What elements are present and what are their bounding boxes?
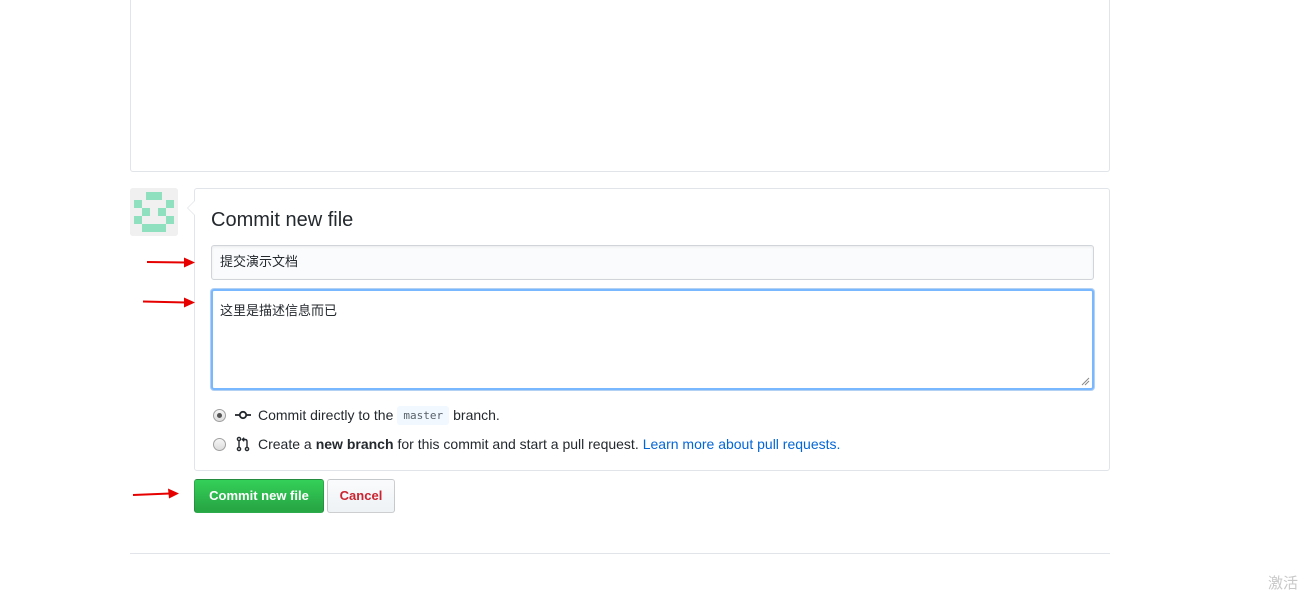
branch-name-badge: master <box>397 405 450 425</box>
commit-directly-text: Commit directly to the <box>258 407 394 423</box>
commit-directly-option[interactable]: Commit directly to the master branch. <box>213 405 500 425</box>
annotation-arrow-icon <box>142 297 195 308</box>
new-branch-text-end: for this commit and start a pull request… <box>397 436 639 452</box>
resize-grip-icon[interactable] <box>1081 377 1090 386</box>
new-branch-text: Create a <box>258 436 312 452</box>
git-commit-icon <box>235 410 251 420</box>
new-branch-radio[interactable] <box>213 437 226 451</box>
commit-directly-text-end: branch. <box>453 407 500 423</box>
identicon-icon <box>130 188 178 236</box>
new-branch-option[interactable]: Create a new branch for this commit and … <box>213 434 840 454</box>
commit-form: Commit new file 提交演示文档 这里是描述信息而已 Commit … <box>187 188 1110 471</box>
git-pull-request-icon <box>236 436 250 452</box>
commit-new-file-button[interactable]: Commit new file <box>194 479 324 513</box>
commit-summary-input[interactable]: 提交演示文档 <box>211 245 1094 280</box>
commit-directly-radio[interactable] <box>213 408 226 422</box>
file-editor-panel <box>130 0 1110 172</box>
commit-description-text: 这里是描述信息而已 <box>220 304 338 319</box>
annotation-arrow-icon <box>132 488 179 499</box>
activation-watermark: 激活 <box>1268 574 1298 590</box>
commit-form-title: Commit new file <box>211 209 354 231</box>
new-branch-emphasis: new branch <box>315 436 394 452</box>
cancel-button[interactable]: Cancel <box>327 479 395 513</box>
footer-divider <box>130 553 1110 554</box>
avatar[interactable] <box>130 188 178 236</box>
learn-more-link[interactable]: Learn more about pull requests. <box>643 436 841 452</box>
commit-description-textarea[interactable]: 这里是描述信息而已 <box>211 289 1094 390</box>
annotation-arrow-icon <box>146 257 195 268</box>
